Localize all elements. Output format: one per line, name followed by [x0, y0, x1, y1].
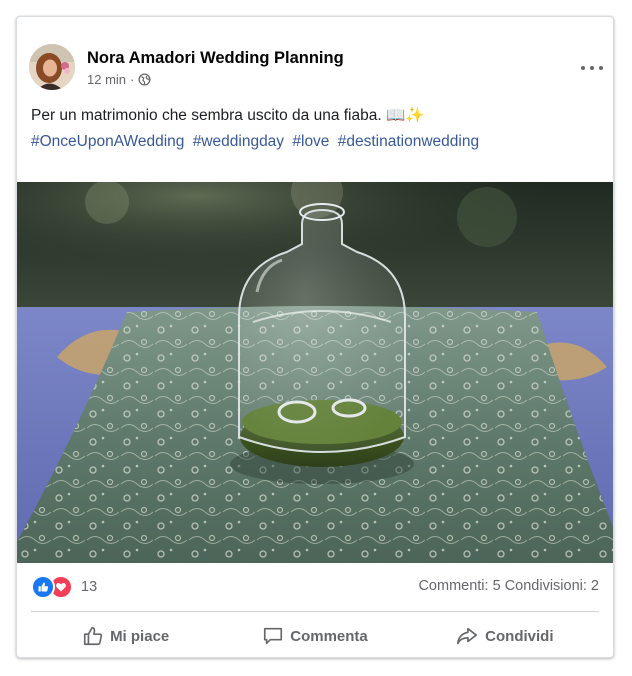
post-header: Nora Amadori Wedding Planning 12 min · [17, 17, 613, 103]
comment-label: Commenta [290, 627, 368, 645]
share-button[interactable]: Condividi [410, 617, 599, 655]
hashtag-link[interactable]: #destinationwedding [338, 133, 479, 150]
post-card: Nora Amadori Wedding Planning 12 min · P… [16, 16, 614, 658]
author-name[interactable]: Nora Amadori Wedding Planning [87, 49, 344, 68]
post-photo[interactable] [17, 182, 614, 563]
like-label: Mi piace [110, 627, 170, 645]
hashtags: #OnceUponAWedding #weddingday #love #des… [31, 133, 483, 151]
post-meta: 12 min · [87, 72, 151, 87]
hashtag-link[interactable]: #weddingday [193, 133, 284, 150]
comment-button[interactable]: Commenta [220, 617, 409, 655]
engagement-counts: Commenti: 5 Condivisioni: 2 [418, 578, 599, 594]
action-bar: Mi piace Commenta Condividi [31, 617, 599, 655]
divider [31, 611, 599, 612]
share-label: Condividi [485, 627, 554, 645]
reaction-count: 13 [81, 579, 98, 595]
thumbs-up-icon [83, 626, 103, 646]
share-icon [457, 627, 478, 645]
like-button[interactable]: Mi piace [31, 617, 220, 655]
like-icon [31, 575, 55, 599]
hashtag-link[interactable]: #love [292, 133, 329, 150]
more-options-icon[interactable] [581, 61, 603, 75]
reactions-summary[interactable]: 13 [31, 575, 98, 599]
meta-separator: · [130, 72, 135, 87]
post-time[interactable]: 12 min [87, 72, 126, 87]
hashtag-link[interactable]: #OnceUponAWedding [31, 133, 184, 150]
shares-count[interactable]: Condivisioni: 2 [505, 578, 599, 594]
post-text: Per un matrimonio che sembra uscito da u… [31, 107, 425, 124]
author-avatar[interactable] [29, 44, 75, 90]
comment-icon [264, 627, 283, 645]
comments-count[interactable]: Commenti: 5 [418, 578, 500, 594]
globe-icon [138, 73, 151, 86]
